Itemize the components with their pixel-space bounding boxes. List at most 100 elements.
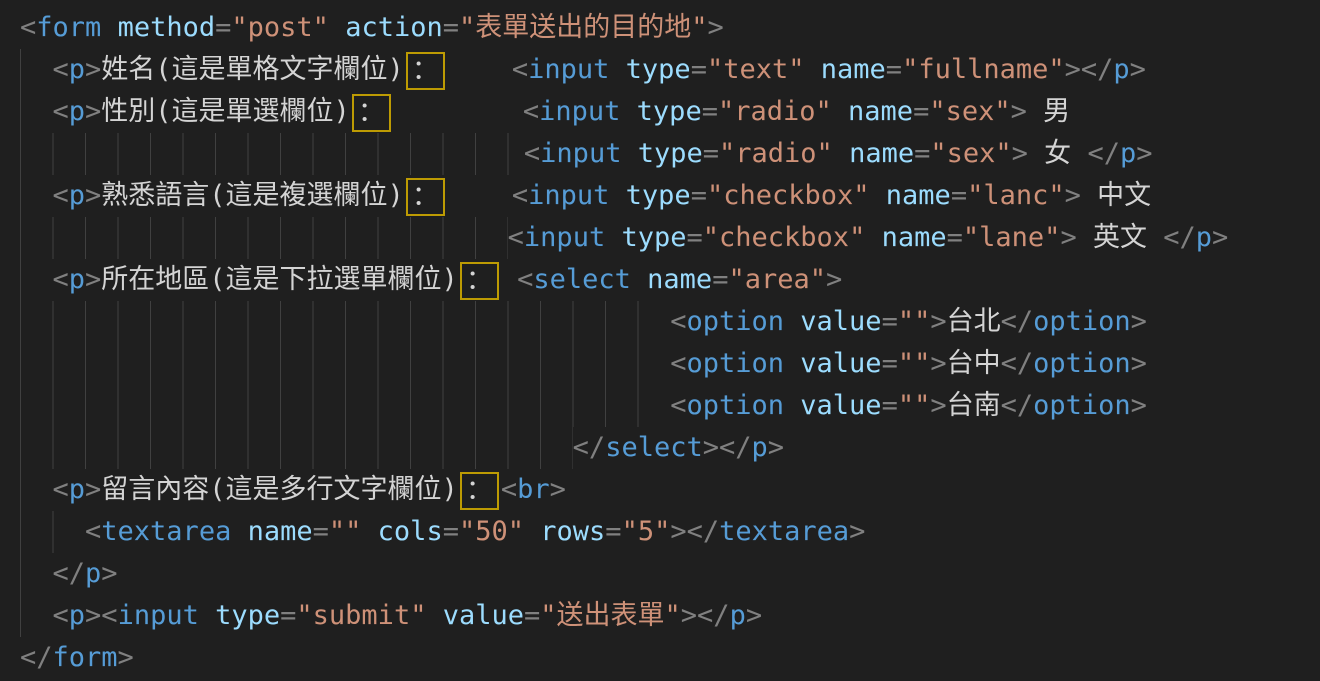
punctuation-token: > [670,516,686,547]
code-line-3[interactable]: <p>性別(這是單選欄位)： <input type="radio" name=… [20,91,1320,133]
attribute-token: value [443,600,524,631]
attribute-token: type [626,54,691,85]
punctuation-token: = [913,96,929,127]
text-token [870,180,886,211]
punctuation-token: = [882,390,898,421]
attribute-token: method [118,12,216,43]
text-token [833,138,849,169]
text-token: 台南 [947,390,1001,421]
punctuation-token: </ [719,432,752,463]
indent-guides [20,301,670,343]
code-line-15[interactable]: <p><input type="submit" value="送出表單"></p… [20,595,1320,637]
indent-guides [20,469,53,511]
string-token: "" [898,390,931,421]
code-line-14[interactable]: </p> [20,553,1320,595]
tag-token: p [69,54,85,85]
code-editor[interactable]: <form method="post" action="表單送出的目的地"><p… [0,0,1320,681]
code-line-13[interactable]: <textarea name="" cols="50" rows="5"></t… [20,511,1320,553]
code-line-11[interactable]: </select></p> [20,427,1320,469]
ambiguous-unicode-colon: ： [352,94,391,132]
code-line-9[interactable]: <option value="">台中</option> [20,343,1320,385]
indent-guides [20,217,508,259]
code-line-4[interactable]: <input type="radio" name="sex"> 女 </p> [20,133,1320,175]
string-token: "表單送出的目的地" [459,12,708,43]
punctuation-token: < [508,222,524,253]
code-line-5[interactable]: <p>熟悉語言(這是複選欄位)： <input type="checkbox" … [20,175,1320,217]
punctuation-token: > [1065,180,1081,211]
punctuation-token: < [53,600,69,631]
punctuation-token: > [826,264,842,295]
punctuation-token: = [882,306,898,337]
punctuation-token: = [702,96,718,127]
code-line-8[interactable]: <option value="">台北</option> [20,301,1320,343]
text-token: 女 [1028,138,1088,169]
tag-token: input [528,54,609,85]
tag-token: p [69,264,85,295]
punctuation-token: < [53,96,69,127]
punctuation-token: > [85,180,101,211]
punctuation-token: </ [20,642,53,673]
code-line-10[interactable]: <option value="">台南</option> [20,385,1320,427]
text-token [101,12,117,43]
punctuation-token: </ [1001,390,1034,421]
punctuation-token: </ [687,516,720,547]
indent-guides [20,91,53,133]
tag-token: input [118,600,199,631]
ambiguous-unicode-colon: ： [460,472,499,510]
punctuation-token: > [85,54,101,85]
punctuation-token: = [947,222,963,253]
text-token: 姓名(這是單格文字欄位) [101,54,404,85]
tag-token: form [36,12,101,43]
punctuation-token: < [53,54,69,85]
code-line-12[interactable]: <p>留言內容(這是多行文字欄位)：<br> [20,469,1320,511]
tag-token: p [1196,222,1212,253]
punctuation-token: </ [697,600,730,631]
punctuation-token: < [85,516,101,547]
punctuation-token: = [313,516,329,547]
attribute-token: name [849,138,914,169]
text-token: 留言內容(這是多行文字欄位) [101,474,458,505]
tag-token: p [69,600,85,631]
punctuation-token: = [687,222,703,253]
tag-token: input [540,138,621,169]
punctuation-token: < [512,54,528,85]
text-token [784,348,800,379]
attribute-token: value [800,306,881,337]
tag-token: textarea [101,516,231,547]
punctuation-token: < [53,264,69,295]
tag-token: option [1033,348,1131,379]
attribute-token: name [848,96,913,127]
text-token: 英文 [1077,222,1164,253]
attribute-token: name [647,264,712,295]
tag-token: p [752,432,768,463]
text-token: 中文 [1081,180,1151,211]
string-token: "" [898,306,931,337]
code-line-2[interactable]: <p>姓名(這是單格文字欄位)： <input type="text" name… [20,49,1320,91]
text-token: 所在地區(這是下拉選單欄位) [101,264,458,295]
text-token [631,264,647,295]
text-token: 男 [1027,96,1070,127]
punctuation-token: > [681,600,697,631]
tag-token: input [524,222,605,253]
string-token: "lane" [963,222,1061,253]
string-token: "" [898,348,931,379]
attribute-token: type [638,138,703,169]
code-line-6[interactable]: <input type="checkbox" name="lane"> 英文 <… [20,217,1320,259]
punctuation-token: > [1065,54,1081,85]
text-token [805,54,821,85]
code-line-16[interactable]: </form> [20,637,1320,679]
punctuation-token: > [768,432,784,463]
tag-token: br [517,474,550,505]
punctuation-token: = [712,264,728,295]
code-line-7[interactable]: <p>所在地區(這是下拉選單欄位)： <select name="area"> [20,259,1320,301]
tag-token: select [605,432,703,463]
string-token: "送出表單" [540,600,681,631]
string-token: "lanc" [967,180,1065,211]
text-token [832,96,848,127]
text-token [447,180,512,211]
indent-guides [20,511,85,553]
code-line-1[interactable]: <form method="post" action="表單送出的目的地"> [20,7,1320,49]
text-token [426,600,442,631]
punctuation-token: > [930,390,946,421]
string-token: "5" [622,516,671,547]
